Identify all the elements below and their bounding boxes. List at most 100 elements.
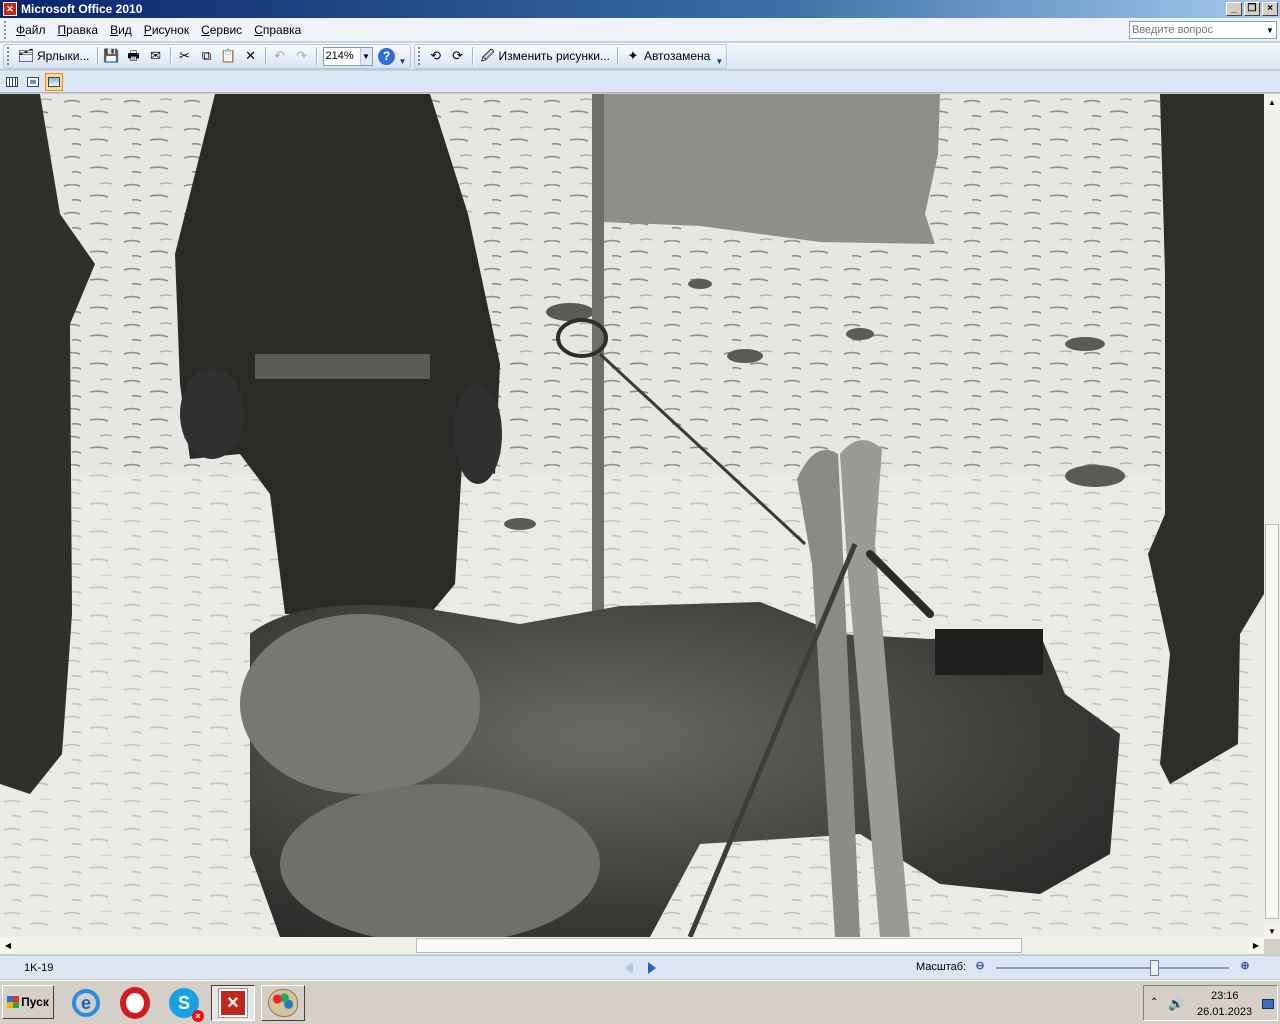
clock-time[interactable]: 23:16	[1211, 990, 1239, 1002]
start-button[interactable]: Пуск	[2, 985, 54, 1019]
vertical-scroll-thumb[interactable]	[1265, 524, 1279, 919]
shortcuts-button[interactable]: 🗂 Ярлыки...	[14, 46, 94, 67]
paste-button[interactable]: 📋	[218, 46, 240, 67]
copy-icon: ⧉	[201, 48, 212, 63]
internet-explorer-icon: e	[72, 989, 100, 1017]
window-controls: _ ❐ ×	[1226, 2, 1278, 16]
menu-view[interactable]: Вид	[104, 20, 138, 40]
status-bar: 1K-19 Масштаб: ⊖ ⊕	[0, 955, 1280, 979]
zoom-combo[interactable]: ▼	[322, 46, 373, 66]
menu-help[interactable]: Справка	[248, 20, 307, 40]
flag	[604, 94, 940, 244]
filmstrip-icon	[27, 76, 39, 87]
skype-status-icon: ×	[192, 1010, 204, 1022]
window-title: Microsoft Office 2010	[21, 2, 143, 16]
menu-bar: Файл Правка Вид Рисунок Сервис Справка ▼	[0, 18, 1280, 42]
zoom-in-icon[interactable]: ⊕	[1238, 959, 1252, 973]
delete-button[interactable]: ✕	[240, 46, 262, 67]
skype-icon: S ×	[169, 988, 204, 1022]
horizontal-scroll-thumb[interactable]	[416, 938, 1022, 953]
thumbnail-view-button[interactable]	[3, 73, 21, 91]
picture-manager-task[interactable]: ✕	[211, 985, 255, 1021]
rotate-right-button[interactable]: ⟳	[447, 46, 469, 67]
print-icon: 🖶	[127, 48, 140, 63]
cut-button[interactable]: ✂	[174, 46, 196, 67]
undo-icon: ↶	[274, 48, 285, 63]
paint-palette-icon	[268, 989, 298, 1017]
toolbar-panel-main: 🗂 Ярлыки... 💾 🖶 ✉ ✂ ⧉ 📋 ✕ ↶ ↷ ▼ ? ▼	[3, 43, 411, 69]
scroll-up-icon[interactable]: ▲	[1264, 94, 1280, 110]
opera-button[interactable]	[113, 985, 157, 1021]
toolbar-grip-icon[interactable]	[7, 47, 11, 65]
save-button[interactable]: 💾	[101, 46, 123, 67]
help-button[interactable]: ?	[376, 46, 398, 67]
view-mode-bar	[0, 71, 1280, 93]
paint-task[interactable]	[261, 985, 305, 1021]
zoom-slider-track[interactable]	[996, 967, 1229, 969]
single-picture-icon	[48, 76, 60, 87]
menu-picture[interactable]: Рисунок	[138, 20, 195, 40]
start-label: Пуск	[21, 995, 49, 1009]
toolbar-separator	[264, 47, 266, 65]
thumbnails-icon	[6, 76, 18, 87]
zoom-input[interactable]	[323, 50, 360, 62]
edit-pictures-label: Изменить рисунки...	[498, 49, 610, 63]
delete-icon: ✕	[245, 48, 256, 63]
menu-edit[interactable]: Правка	[52, 20, 105, 40]
rotate-left-button[interactable]: ⟲	[425, 46, 447, 67]
toolbar-panel-edit: ⟲ ⟳ 🖉 Изменить рисунки... ✦ Автозамена ▼	[413, 43, 728, 69]
redo-button[interactable]: ↷	[291, 46, 313, 67]
ask-dropdown-icon[interactable]: ▼	[1264, 26, 1276, 35]
taskbar: Пуск e S × ✕ ⌃ 🔊 23:16 26.01.2023	[0, 980, 1280, 1024]
windows-logo-icon	[7, 996, 20, 1008]
previous-picture-icon[interactable]	[625, 962, 633, 974]
send-mail-icon: ✉	[150, 48, 161, 63]
skype-button[interactable]: S ×	[162, 985, 206, 1022]
toolbar-options-icon[interactable]: ▼	[398, 44, 408, 69]
scroll-down-icon[interactable]: ▼	[1264, 923, 1280, 939]
zoom-out-icon[interactable]: ⊖	[973, 959, 987, 973]
restore-icon[interactable]: ❐	[1244, 2, 1260, 16]
next-picture-icon[interactable]	[648, 962, 656, 974]
shortcuts-icon: 🗂	[17, 48, 35, 63]
redo-icon: ↷	[296, 48, 307, 63]
close-icon[interactable]: ×	[1262, 2, 1278, 16]
ask-question-box[interactable]: ▼	[1129, 21, 1277, 39]
horizontal-scrollbar[interactable]: ◀ ▶	[0, 937, 1264, 954]
picture-canvas[interactable]	[0, 94, 1264, 937]
mitten-left	[180, 369, 244, 459]
copy-button[interactable]: ⧉	[196, 46, 218, 67]
tray-expand-icon[interactable]: ⌃	[1150, 997, 1158, 1008]
flag-pole	[592, 94, 604, 624]
menu-tools[interactable]: Сервис	[195, 20, 248, 40]
volume-icon[interactable]: 🔊	[1168, 996, 1184, 1012]
opera-icon	[120, 987, 150, 1019]
system-tray: ⌃ 🔊 23:16 26.01.2023	[1143, 985, 1278, 1021]
edit-pictures-button[interactable]: 🖉 Изменить рисунки...	[476, 46, 614, 67]
undo-button[interactable]: ↶	[269, 46, 291, 67]
autocorrect-button[interactable]: ✦ Автозамена	[621, 46, 714, 67]
filmstrip-view-button[interactable]	[24, 73, 42, 91]
paste-icon: 📋	[220, 48, 237, 63]
vertical-scrollbar[interactable]: ▲ ▼	[1264, 94, 1280, 939]
toolbar-grip-icon[interactable]	[417, 47, 422, 65]
minimize-icon[interactable]: _	[1226, 2, 1242, 16]
zoom-dropdown-icon[interactable]: ▼	[359, 47, 372, 65]
picture-manager-icon: ✕	[3, 2, 17, 16]
scroll-left-icon[interactable]: ◀	[0, 937, 16, 953]
send-button[interactable]: ✉	[145, 46, 167, 67]
toolbar-separator	[96, 47, 98, 65]
internet-explorer-button[interactable]: e	[64, 985, 108, 1021]
menu-file[interactable]: Файл	[10, 20, 52, 40]
zoom-label: Масштаб:	[916, 961, 967, 973]
clock-date[interactable]: 26.01.2023	[1197, 1006, 1252, 1018]
single-picture-view-button[interactable]	[45, 72, 63, 91]
zoom-slider-thumb[interactable]	[1150, 960, 1160, 976]
toolbar-options-icon[interactable]: ▼	[714, 44, 724, 69]
mitten-right	[454, 384, 502, 484]
print-button[interactable]: 🖶	[123, 46, 145, 67]
scroll-right-icon[interactable]: ▶	[1248, 937, 1264, 953]
ask-question-input[interactable]	[1130, 24, 1264, 36]
show-desktop-icon[interactable]	[1262, 999, 1274, 1009]
backpack-light-top	[240, 614, 480, 794]
